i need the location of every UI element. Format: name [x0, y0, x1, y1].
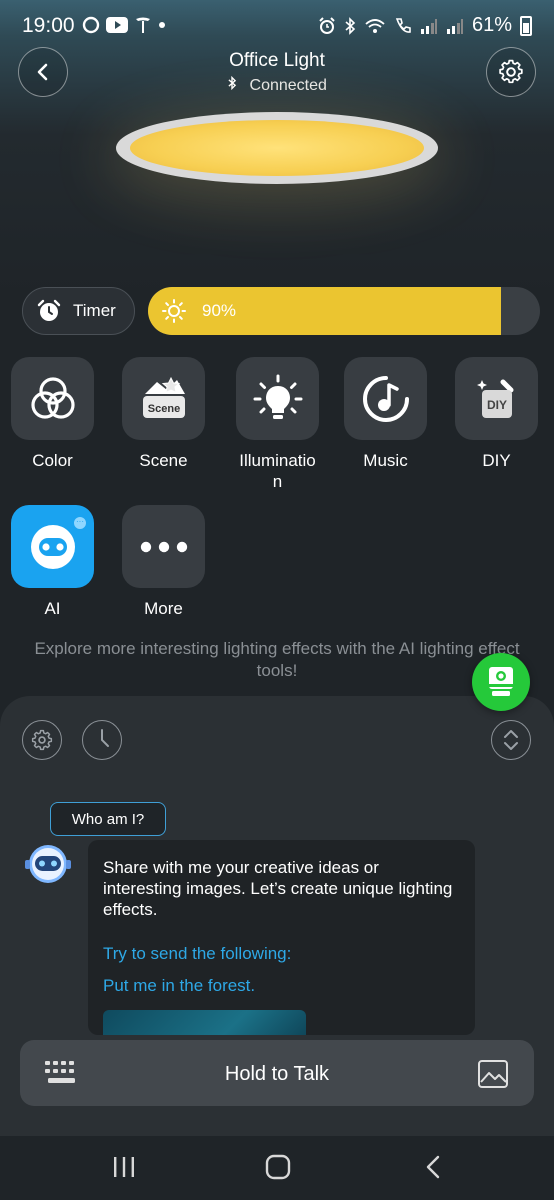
bulb-icon — [253, 374, 302, 419]
illumination-label-text: Illuminatio n — [239, 451, 316, 491]
connection-status-text: Connected — [249, 77, 327, 94]
bluetooth-icon — [228, 76, 237, 90]
example-image-thumbnail[interactable] — [103, 1010, 306, 1035]
image-icon[interactable] — [477, 1058, 509, 1090]
illumination-tile[interactable] — [236, 357, 319, 440]
ring-icon — [82, 16, 100, 34]
connection-status: Connected — [0, 76, 554, 95]
brightness-label: 90% — [202, 301, 237, 320]
bluetooth-icon — [345, 16, 356, 35]
signal-icon — [420, 18, 437, 34]
brightness-slider[interactable]: 90% — [148, 287, 540, 335]
lamp-preview — [116, 112, 438, 184]
bot-avatar-icon — [25, 845, 71, 883]
diy-icon: DIY — [476, 379, 513, 418]
back-nav-icon[interactable] — [423, 1154, 443, 1180]
wifi-icon — [365, 18, 385, 33]
ai-badge-icon: ··· — [72, 515, 88, 531]
brightness-fill — [148, 287, 501, 335]
voice-input-bar[interactable]: Hold to Talk — [20, 1040, 534, 1106]
diy-label: DIY — [482, 451, 511, 470]
youtube-icon — [106, 17, 128, 33]
color-circles-icon — [30, 376, 75, 419]
suggestion-link[interactable]: Put me in the forest. — [103, 976, 255, 996]
ai-message-text: Share with me your creative ideas or int… — [103, 858, 453, 919]
more-tile[interactable] — [122, 505, 205, 588]
signal-icon — [446, 18, 463, 34]
alarm-icon — [319, 16, 335, 34]
music-label: Music — [363, 451, 408, 470]
gear-icon — [31, 729, 53, 751]
status-bar: 19:00 61% — [0, 0, 554, 52]
timer-button[interactable]: Timer — [22, 287, 135, 335]
who-am-i-label: Who am I? — [71, 810, 145, 828]
scene-icon: Scene — [142, 376, 185, 418]
who-am-i-button[interactable]: Who am I? — [50, 802, 166, 836]
scene-icon-text: Scene — [147, 403, 179, 415]
dot-icon — [159, 22, 165, 28]
system-nav-bar — [0, 1136, 554, 1200]
ai-label: AI — [44, 599, 61, 618]
panel-settings-button[interactable] — [22, 720, 62, 760]
alarm-clock-icon — [37, 299, 61, 321]
explore-text: Explore more interesting lighting effect… — [34, 639, 520, 680]
battery-percent: 61% — [471, 14, 512, 36]
ai-tile[interactable]: ··· — [11, 505, 94, 588]
diy-icon-text: DIY — [486, 398, 506, 412]
clock-icon — [101, 729, 109, 747]
recent-apps-icon[interactable] — [112, 1154, 136, 1180]
hold-to-talk-label: Hold to Talk — [224, 1063, 330, 1085]
call-icon — [395, 17, 411, 33]
battery-icon — [520, 15, 532, 36]
history-button[interactable] — [82, 720, 122, 760]
diy-tile[interactable]: DIY — [455, 357, 538, 440]
illumination-label: Illuminatio n — [224, 450, 331, 492]
tesla-icon — [136, 17, 150, 33]
more-label: More — [144, 599, 183, 618]
scene-tile[interactable]: Scene — [122, 357, 205, 440]
try-label: Try to send the following: — [103, 944, 292, 963]
more-dots-icon — [140, 541, 187, 552]
timer-label: Timer — [73, 301, 116, 320]
status-right: 61% — [318, 14, 532, 37]
scene-label: Scene — [139, 451, 188, 470]
home-icon[interactable] — [265, 1154, 291, 1180]
device-title: Office Light — [229, 50, 325, 71]
sun-icon — [162, 299, 186, 323]
gear-icon — [499, 59, 523, 84]
status-time: 19:00 — [22, 14, 75, 37]
settings-button[interactable] — [486, 47, 536, 97]
ai-message-card: Share with me your creative ideas or int… — [88, 840, 475, 1035]
color-label: Color — [32, 451, 73, 470]
color-tile[interactable] — [11, 357, 94, 440]
device-icon — [489, 667, 513, 696]
lamp-light — [130, 120, 424, 176]
music-icon — [362, 375, 409, 422]
expand-collapse-icon — [504, 730, 518, 750]
status-left-icons — [82, 16, 166, 34]
floating-action-button[interactable] — [472, 653, 530, 711]
music-tile[interactable] — [344, 357, 427, 440]
expand-button[interactable] — [491, 720, 531, 760]
